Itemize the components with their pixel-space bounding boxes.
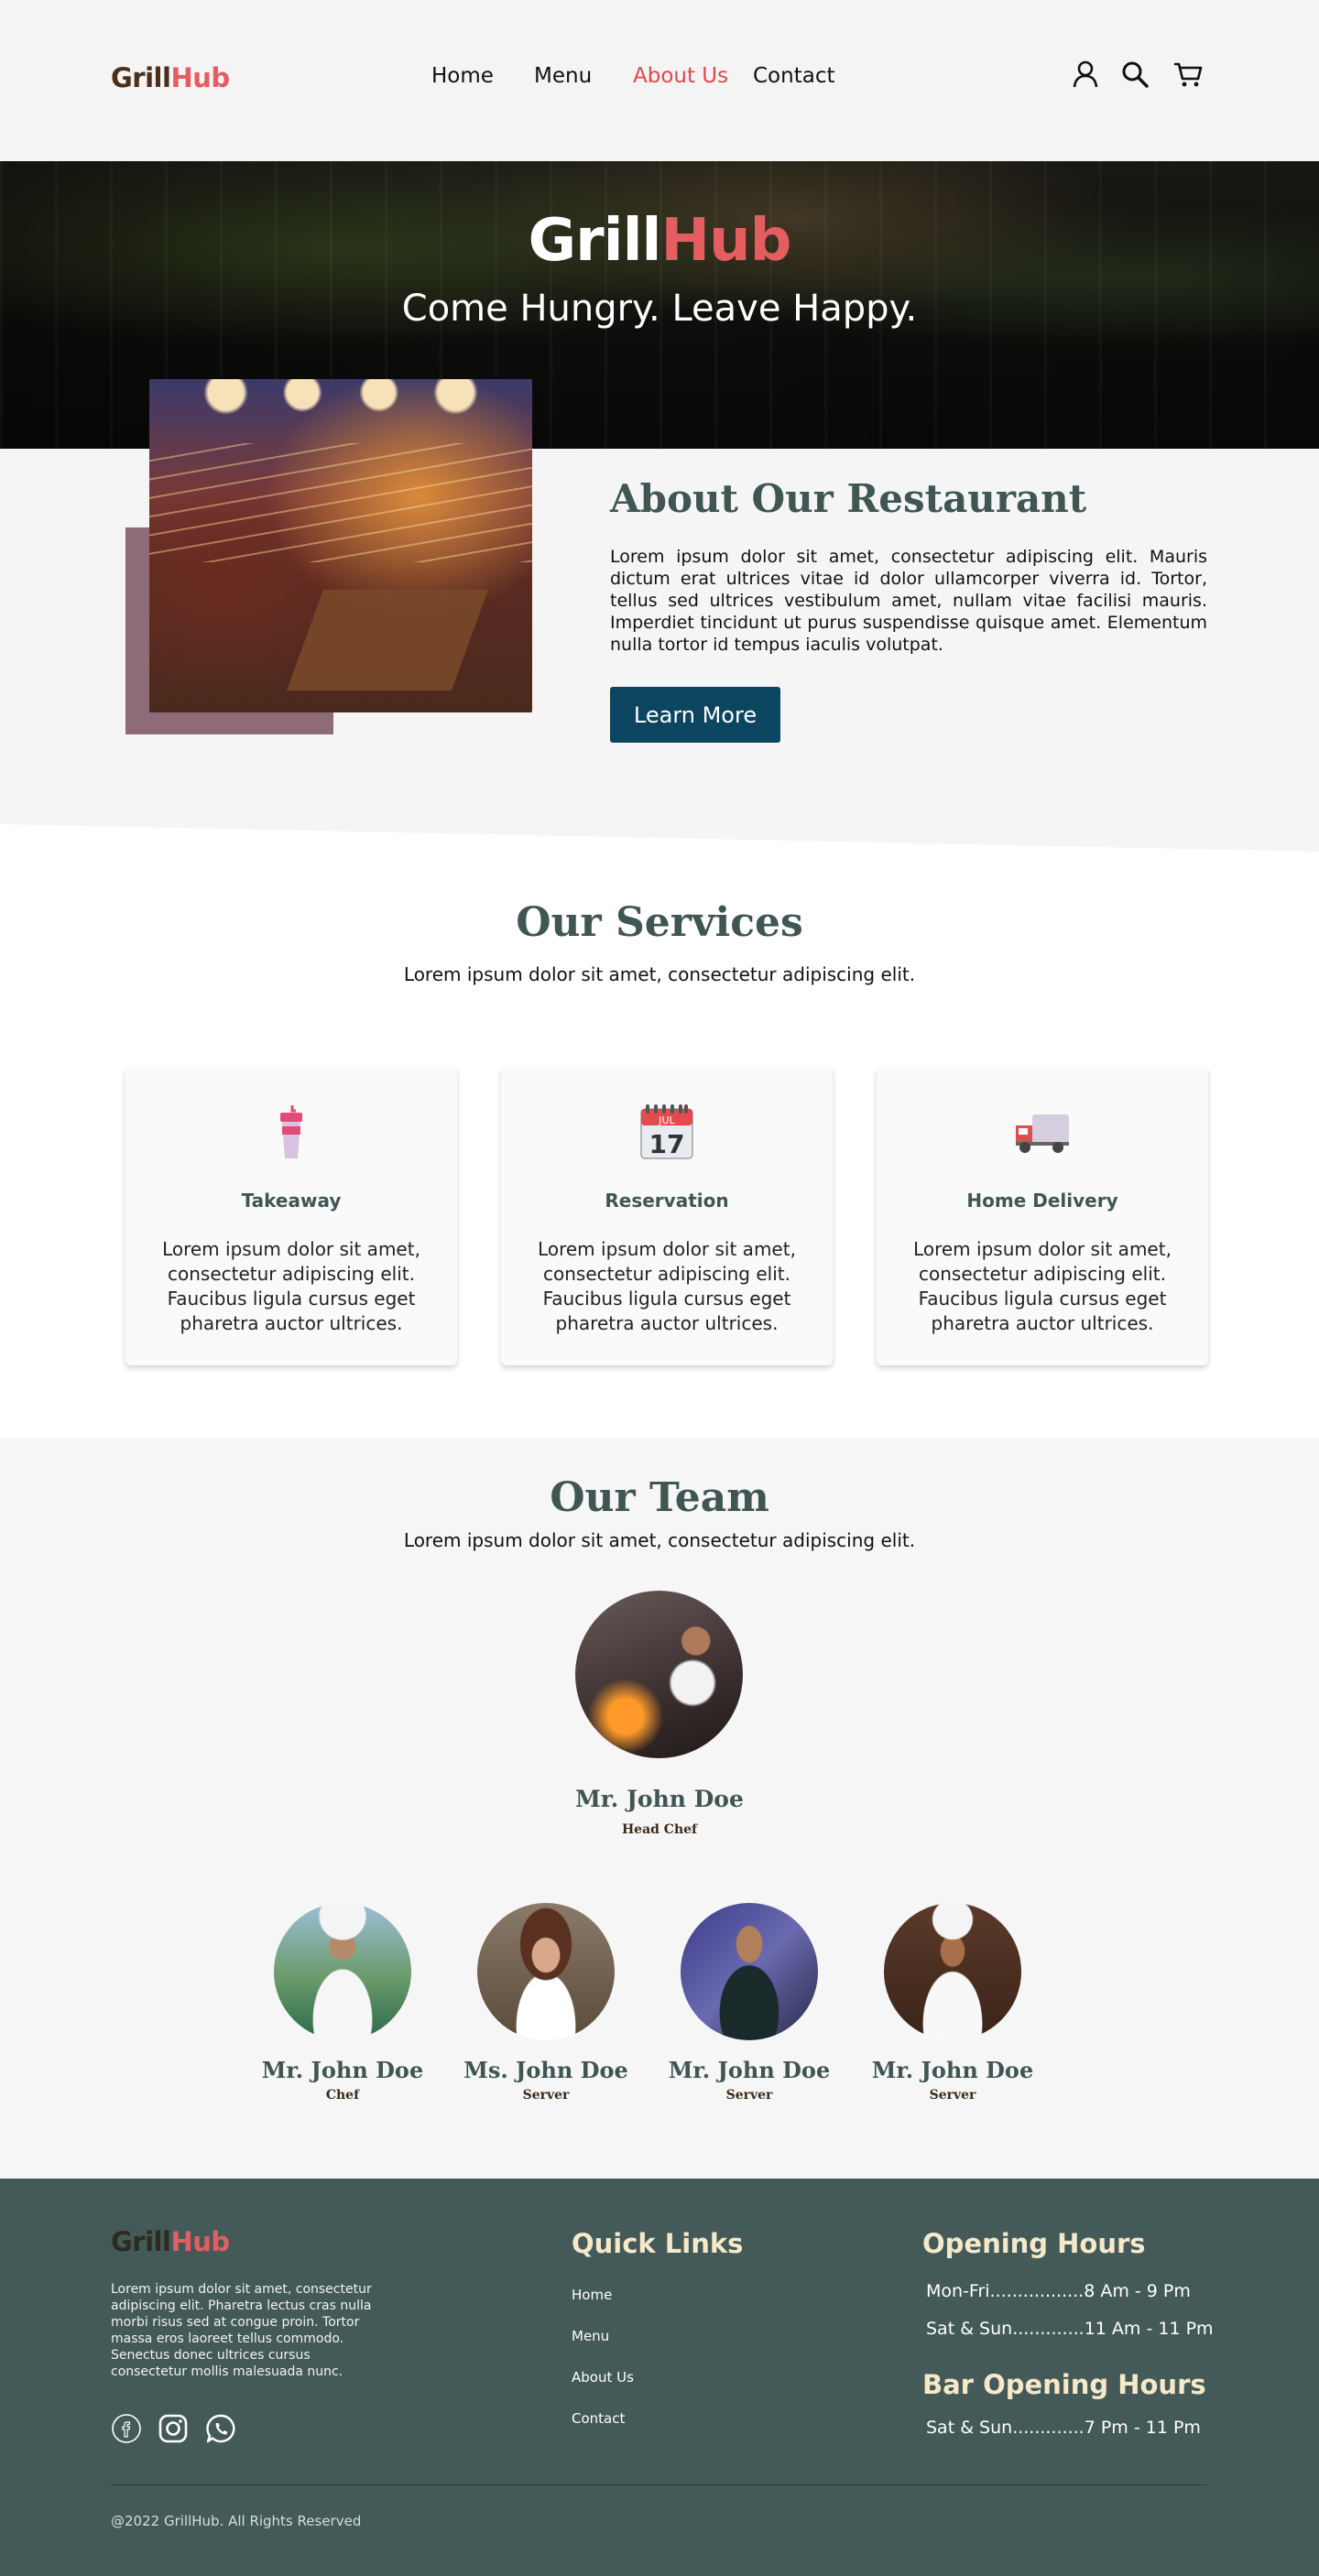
hero-title: GrillHub [528, 207, 792, 275]
footer-logo[interactable]: GrillHub [111, 2226, 230, 2257]
about-text: Lorem ipsum dolor sit amet, consectetur … [610, 547, 1207, 655]
restaurant-photo [149, 379, 532, 712]
delivery-truck-icon [877, 1102, 1208, 1162]
service-card-home-delivery[interactable]: Home Delivery Lorem ipsum dolor sit amet… [877, 1067, 1208, 1365]
search-icon[interactable] [1119, 59, 1150, 90]
footer-link-home[interactable]: Home [572, 2287, 612, 2303]
team-title: Our Team [550, 1474, 769, 1521]
footer-link-menu[interactable]: Menu [572, 2328, 609, 2344]
service-description: Lorem ipsum dolor sit amet, consectetur … [913, 1238, 1172, 1334]
team-member-avatar [884, 1903, 1021, 2040]
team-member-avatar [274, 1903, 411, 2040]
about-title: About Our Restaurant [610, 476, 1087, 521]
team-subtitle: Lorem ipsum dolor sit amet, consectetur … [403, 1529, 916, 1551]
opening-hours-weekend: Sat & Sun.............11 Am - 11 Pm [926, 2319, 1214, 2339]
footer-about-text: Lorem ipsum dolor sit amet, consectetur … [111, 2282, 372, 2379]
opening-hours-title: Opening Hours [922, 2228, 1146, 2259]
whatsapp-icon[interactable] [205, 2413, 236, 2444]
service-name: Reservation [605, 1190, 729, 1212]
hero-tagline: Come Hungry. Leave Happy. [401, 288, 918, 330]
service-card-reservation[interactable]: JUL 17 Reservation Lorem ipsum dolor sit… [501, 1067, 833, 1365]
opening-hours-weekday: Mon-Fri.................8 Am - 9 Pm [926, 2281, 1191, 2301]
team-lead-name: Mr. John Doe [575, 1786, 744, 1812]
user-icon[interactable] [1070, 59, 1101, 90]
service-name: Takeaway [241, 1190, 342, 1212]
team-member-avatar [681, 1903, 818, 2040]
service-name: Home Delivery [966, 1190, 1118, 1212]
quick-links-title: Quick Links [572, 2228, 744, 2259]
team-member-role: Server [929, 2088, 976, 2103]
nav-about-us[interactable]: About Us [633, 64, 728, 88]
nav-menu[interactable]: Menu [534, 64, 592, 88]
team-member-name: Mr. John Doe [871, 2057, 1034, 2083]
takeaway-cup-icon [125, 1102, 457, 1162]
services-subtitle: Lorem ipsum dolor sit amet, consectetur … [403, 963, 916, 985]
footer-link-contact[interactable]: Contact [572, 2410, 625, 2427]
calendar-icon: JUL 17 [501, 1102, 833, 1162]
site-header: GrillHub Home Menu About Us Contact [0, 0, 1319, 154]
service-card-takeaway[interactable]: Takeaway Lorem ipsum dolor sit amet, con… [125, 1067, 457, 1365]
cart-icon[interactable] [1172, 59, 1204, 90]
learn-more-button[interactable]: Learn More [610, 687, 780, 743]
site-logo[interactable]: GrillHub [111, 62, 230, 93]
service-description: Lorem ipsum dolor sit amet, consectetur … [162, 1238, 420, 1334]
facebook-icon[interactable] [111, 2413, 142, 2444]
bar-hours-title: Bar Opening Hours [922, 2369, 1206, 2400]
service-description: Lorem ipsum dolor sit amet, consectetur … [538, 1238, 796, 1334]
site-footer: GrillHub Lorem ipsum dolor sit amet, con… [0, 2179, 1319, 2576]
footer-link-about-us[interactable]: About Us [572, 2369, 634, 2386]
svg-text:JUL: JUL [658, 1114, 675, 1126]
team-member-avatar [477, 1903, 615, 2040]
team-lead-role: Head Chef [621, 1822, 698, 1837]
svg-text:17: 17 [649, 1129, 685, 1159]
copyright-text: @2022 GrillHub. All Rights Reserved [111, 2513, 362, 2529]
nav-contact[interactable]: Contact [753, 64, 834, 88]
footer-divider [111, 2484, 1206, 2485]
services-title: Our Services [516, 899, 803, 946]
team-lead-avatar [575, 1591, 743, 1758]
instagram-icon[interactable] [158, 2413, 189, 2444]
bar-hours-weekend: Sat & Sun.............7 Pm - 11 Pm [926, 2418, 1201, 2438]
nav-home[interactable]: Home [431, 64, 494, 88]
